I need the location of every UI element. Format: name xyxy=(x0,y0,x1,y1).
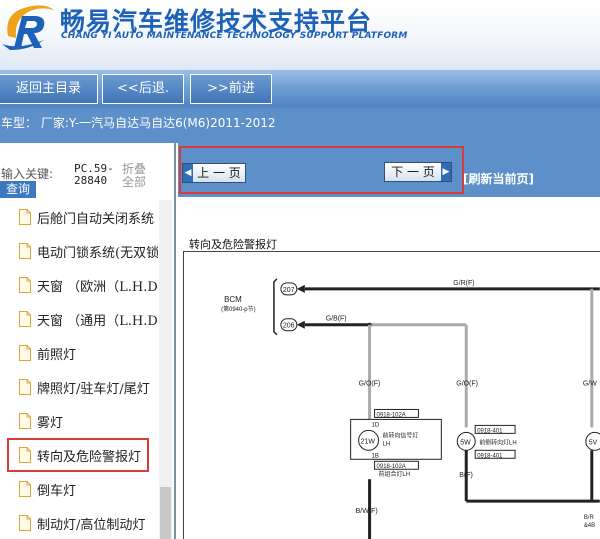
sidebar-item-label: 牌照灯/驻车灯/尾灯 xyxy=(37,382,150,397)
header: 畅易汽车维修技术支持平台 CHANG YI AUTO MAINTENANCE T… xyxy=(0,0,600,70)
app-root: 畅易汽车维修技术支持平台 CHANG YI AUTO MAINTENANCE T… xyxy=(0,0,600,539)
sidebar-item-label: 制动灯/高位制动灯 xyxy=(37,518,146,533)
sidebar-item-selected[interactable]: 转向及危险警报灯 xyxy=(7,438,149,472)
wire-gw-label: G/W xyxy=(583,381,597,388)
pin-206-label: 206 xyxy=(283,323,295,330)
sidebar-list: 后舱门自动关闭系统 电动门锁系统(无双锁 天窗 （欧洲（L.H.D. 天窗 （通… xyxy=(0,200,158,539)
document-icon xyxy=(19,379,31,395)
lamp-front-combo-label: 前组合灯LH xyxy=(379,470,411,478)
document-icon xyxy=(19,345,31,361)
sidebar-item-label: 前照灯 xyxy=(37,348,77,363)
pc-code-line2: 28840 xyxy=(74,174,108,187)
document-icon xyxy=(19,447,31,463)
sidebar-item-label: 天窗 （欧洲（L.H.D. xyxy=(37,280,158,295)
nav-bar: 返回主目录 <<后退. >>前进 xyxy=(0,70,600,108)
pin-1b-label: 1B xyxy=(372,453,379,459)
sidebar-item[interactable]: 前照灯 xyxy=(0,336,158,370)
prev-page-label: 上 一 页 xyxy=(197,166,241,180)
diagram-title: 转向及危险警报灯 xyxy=(189,238,277,251)
lamp-front-signal-label: 前转向信号灯 xyxy=(383,431,419,439)
document-icon xyxy=(19,515,31,531)
bulb-right-label: 5V xyxy=(589,439,598,446)
sidebar-item-label: 后舱门自动关闭系统 xyxy=(37,212,155,227)
left-panel: 输入关键: 查询 PC.59- 28840 折叠 全部 后舱门自动关闭系统 电动… xyxy=(0,143,176,539)
lamp-side-signal-label: 前侧转向灯LH xyxy=(479,438,516,446)
home-button[interactable]: 返回主目录 xyxy=(0,74,98,104)
wire-4b-label: &4B xyxy=(584,523,595,529)
search-button[interactable]: 查询 xyxy=(0,181,36,198)
document-icon xyxy=(19,311,31,327)
sidebar-scrollbar[interactable] xyxy=(159,200,172,539)
back-button[interactable]: <<后退. xyxy=(102,74,184,104)
lamp-front-signal-side: LH xyxy=(383,441,391,447)
bulb-21w-label: 21W xyxy=(361,438,376,445)
sidebar-item[interactable]: 天窗 （通用（L.H.D. xyxy=(0,302,158,336)
document-icon xyxy=(19,481,31,497)
sidebar-item[interactable]: 牌照灯/驻车灯/尾灯 xyxy=(0,370,158,404)
wire-gr-label: G/R(F) xyxy=(453,280,474,287)
sidebar-item-label: 倒车灯 xyxy=(37,484,77,499)
pager-bar: ◀ 上 一 页 下 一 页 ▶ [刷新当前页] xyxy=(178,143,600,197)
forward-button[interactable]: >>前进 xyxy=(190,74,272,104)
fold-all-line2: 全部 xyxy=(122,175,147,189)
fold-all-link[interactable]: 折叠 全部 xyxy=(122,163,146,189)
bulb-5w-label: 5W xyxy=(460,439,471,446)
sidebar-item[interactable]: 天窗 （欧洲（L.H.D. xyxy=(0,268,158,302)
conn-3-label: 0918-401 xyxy=(477,428,503,434)
wire-bwf-label: B/W(F) xyxy=(356,508,378,515)
bcm-sub-label: (第0940-p节) xyxy=(221,305,256,313)
brand-subtitle: CHANG YI AUTO MAINTENANCE TECHNOLOGY SUP… xyxy=(61,31,408,41)
wire-go-left-label: G/O(F) xyxy=(359,381,381,388)
next-page-button[interactable]: 下 一 页 ▶ xyxy=(384,162,452,182)
arrow-left-icon: ◀ xyxy=(183,164,193,182)
sidebar-item-label: 天窗 （通用（L.H.D. xyxy=(37,314,158,329)
sidebar-item[interactable]: 雾灯 xyxy=(0,404,158,438)
pc-code: PC.59- 28840 xyxy=(74,163,114,187)
bcm-label: BCM xyxy=(224,295,242,304)
pin-1d-label: 1D xyxy=(372,422,380,428)
sidebar-item[interactable]: 制动灯/高位制动灯 xyxy=(0,506,158,539)
search-hint: 输入关键: xyxy=(1,167,54,181)
wiring-diagram: BCM (第0940-p节) 207 G/R(F) 206 G/B(F) G/O… xyxy=(183,251,600,539)
sidebar-item[interactable]: 电动门锁系统(无双锁 xyxy=(0,234,158,268)
sidebar-item[interactable]: 后舱门自动关闭系统 xyxy=(0,200,158,234)
wire-gb-label: G/B(F) xyxy=(326,316,347,323)
sidebar-item-label: 转向及危险警报灯 xyxy=(37,450,142,465)
pin-207-arrow-icon xyxy=(296,284,305,293)
conn-2-label: 0918-102A xyxy=(377,464,406,470)
wire-go-mid-label: G/O(F) xyxy=(456,381,478,388)
refresh-link[interactable]: [刷新当前页] xyxy=(463,170,534,187)
logo-icon xyxy=(2,5,55,50)
prev-page-button[interactable]: ◀ 上 一 页 xyxy=(182,163,246,183)
main-content: ◀ 上 一 页 下 一 页 ▶ [刷新当前页] 转向及危险警报灯 BCM (第0… xyxy=(178,143,600,539)
sidebar-item-label: 电动门锁系统(无双锁 xyxy=(37,246,158,261)
sidebar-item-label: 雾灯 xyxy=(37,416,64,431)
next-page-label: 下 一 页 xyxy=(391,165,435,179)
sidebar-scroll-thumb[interactable] xyxy=(160,487,171,539)
document-icon xyxy=(19,277,31,293)
arrow-right-icon: ▶ xyxy=(441,163,451,181)
pin-206-arrow-icon xyxy=(296,320,305,329)
wire-br-label: B/R xyxy=(584,515,595,521)
wire-bf-label: B(F) xyxy=(459,472,473,479)
car-info: 车型： 厂家:Y-一汽马自达马自达6(M6)2011-2012 xyxy=(0,108,600,143)
sidebar-item[interactable]: 倒车灯 xyxy=(0,472,158,506)
conn-4-label: 0918-401 xyxy=(477,453,503,459)
document-icon xyxy=(19,209,31,225)
pin-207-label: 207 xyxy=(283,287,295,294)
document-icon xyxy=(19,243,31,259)
document-icon xyxy=(19,413,31,429)
bcm-bracket xyxy=(273,278,278,336)
conn-1-label: 0918-102A xyxy=(377,412,406,418)
